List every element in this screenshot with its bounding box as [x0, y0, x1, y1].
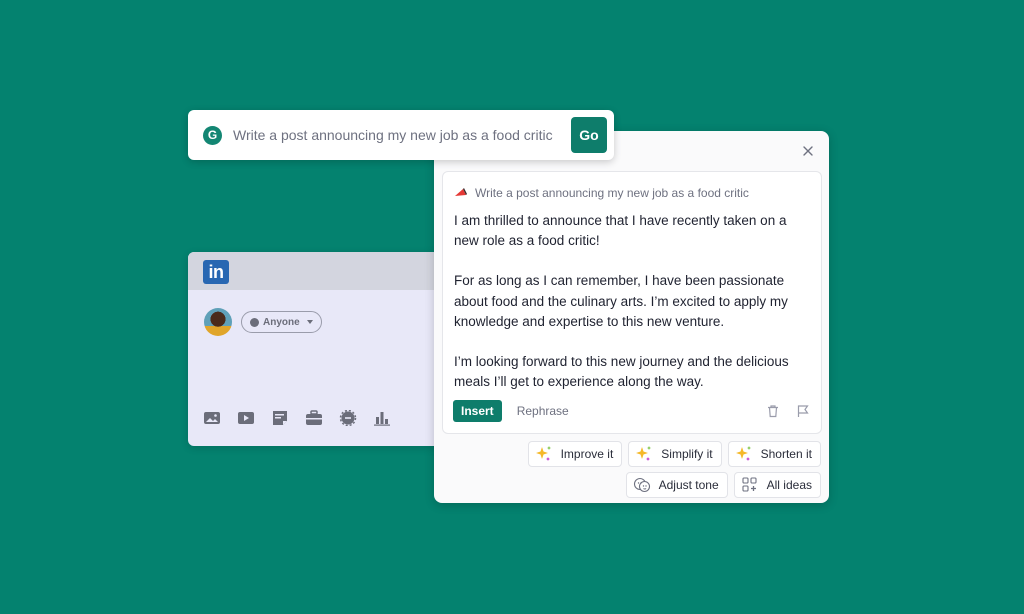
chart-icon[interactable] — [373, 410, 391, 426]
globe-icon — [250, 317, 259, 327]
visibility-dropdown[interactable]: Anyone — [241, 311, 322, 333]
sparkle-icon — [735, 446, 751, 461]
shorten-it-button[interactable]: Shorten it — [727, 441, 821, 467]
sparkle-icon — [535, 446, 551, 461]
visibility-label: Anyone — [263, 316, 300, 328]
prompt-echo: Write a post announcing my new job as a … — [454, 186, 749, 200]
improve-it-button[interactable]: Improve it — [527, 441, 623, 467]
photo-icon[interactable] — [203, 410, 221, 426]
caret-down-icon — [306, 320, 313, 324]
faces-icon — [633, 477, 650, 493]
linkedin-header: in — [188, 252, 448, 290]
paragraph: For as long as I can remember, I have be… — [454, 273, 788, 329]
simplify-it-button[interactable]: Simplify it — [628, 441, 722, 467]
document-icon[interactable] — [271, 410, 289, 426]
result-card: Write a post announcing my new job as a … — [442, 171, 822, 434]
prompt-bar: G Write a post announcing my new job as … — [188, 110, 614, 160]
flag-icon[interactable] — [795, 403, 811, 419]
megaphone-icon — [455, 188, 467, 196]
chip-label: Adjust tone — [658, 478, 719, 492]
paragraph: I’m looking forward to this new journey … — [454, 354, 789, 390]
go-button[interactable]: Go — [571, 117, 607, 153]
rephrase-button[interactable]: Rephrase — [517, 404, 569, 418]
chip-label: Simplify it — [661, 447, 713, 461]
prompt-input[interactable]: Write a post announcing my new job as a … — [233, 127, 571, 143]
suggestion-chips-row-1: Improve it Simplify it Shorten it — [527, 441, 821, 467]
sparkle-icon — [636, 446, 652, 461]
badge-icon[interactable] — [339, 410, 357, 426]
chip-label: Improve it — [560, 447, 614, 461]
grammarly-g-icon: G — [203, 125, 222, 145]
grid-plus-icon — [742, 477, 757, 492]
linkedin-logo-icon: in — [203, 260, 229, 284]
all-ideas-button[interactable]: All ideas — [733, 472, 821, 498]
avatar — [204, 308, 232, 336]
linkedin-toolbar — [203, 410, 391, 426]
generated-text: I am thrilled to announce that I have re… — [454, 211, 812, 412]
chip-label: All ideas — [766, 478, 812, 492]
close-icon[interactable] — [801, 144, 815, 158]
briefcase-icon[interactable] — [305, 410, 323, 426]
paragraph: I am thrilled to announce that I have re… — [454, 213, 787, 249]
prompt-echo-text: Write a post announcing my new job as a … — [475, 186, 749, 200]
adjust-tone-button[interactable]: Adjust tone — [625, 472, 728, 498]
assistant-panel: Write a post announcing my new job as a … — [434, 131, 829, 503]
linkedin-post-card: in Anyone — [188, 252, 448, 446]
result-actions: Insert Rephrase — [453, 400, 811, 422]
trash-icon[interactable] — [765, 403, 781, 419]
chip-label: Shorten it — [760, 447, 812, 461]
suggestion-chips-row-2: Adjust tone All ideas — [625, 472, 821, 498]
video-icon[interactable] — [237, 410, 255, 426]
insert-button[interactable]: Insert — [453, 400, 502, 422]
